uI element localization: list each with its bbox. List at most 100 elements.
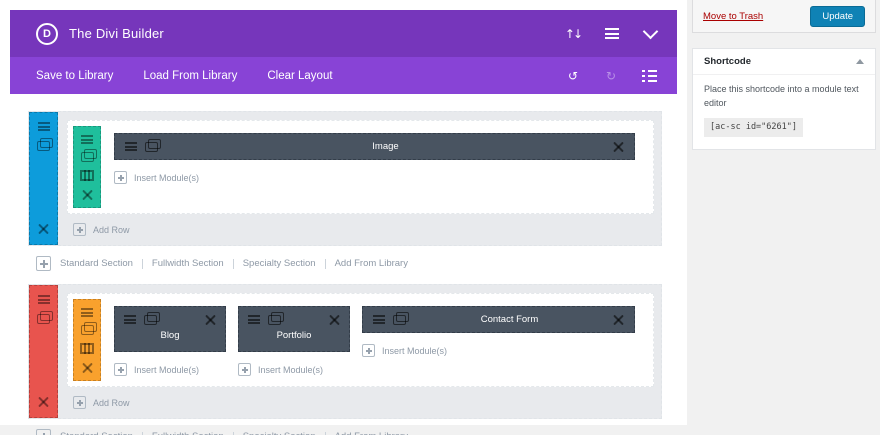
insert-module-label: Insert Module(s) (134, 172, 200, 183)
insert-module-button[interactable]: Insert Module(s) (238, 363, 350, 376)
drag-handle-icon[interactable] (37, 295, 50, 304)
delete-section-icon[interactable] (38, 223, 49, 234)
plus-icon (362, 344, 375, 357)
column: Portfolio Insert Module(s) (238, 306, 350, 381)
standard-section-link[interactable]: Standard Section (60, 258, 133, 269)
divi-logo-icon: D (36, 22, 58, 45)
chevron-down-icon (642, 23, 658, 40)
section-2-handle[interactable] (29, 285, 58, 418)
section-1-body: Image Insert Module(s) Add Row (58, 112, 661, 245)
module-contact-form[interactable]: Contact Form (362, 306, 635, 333)
row-handle[interactable] (73, 126, 101, 208)
divider (141, 258, 143, 269)
shortcode-metabox-body: Place this shortcode into a module text … (693, 75, 875, 149)
delete-module-icon[interactable] (613, 141, 624, 152)
drag-handle-icon[interactable] (37, 122, 50, 131)
divider (141, 431, 143, 435)
insert-module-button[interactable]: Insert Module(s) (362, 344, 635, 357)
add-from-library-link[interactable]: Add From Library (335, 431, 408, 435)
delete-row-icon[interactable] (82, 362, 93, 373)
specialty-section-link[interactable]: Specialty Section (243, 431, 316, 435)
drag-handle-icon[interactable] (125, 142, 137, 151)
delete-section-icon[interactable] (38, 396, 49, 407)
plus-icon (238, 363, 251, 376)
duplicate-row-icon[interactable] (80, 149, 97, 162)
drag-handle-icon[interactable] (248, 315, 260, 324)
undo-button[interactable]: ↺ (566, 70, 580, 82)
clear-layout-button[interactable]: Clear Layout (267, 70, 332, 82)
delete-module-icon[interactable] (329, 314, 340, 325)
insert-module-label: Insert Module(s) (258, 364, 324, 375)
builder-section-1: Image Insert Module(s) Add Row (28, 111, 662, 246)
section-1-handle[interactable] (29, 112, 58, 245)
add-row-button[interactable]: Add Row (73, 396, 654, 409)
redo-icon: ↻ (605, 68, 617, 83)
move-to-trash-link[interactable]: Move to Trash (703, 11, 763, 22)
fullwidth-section-link[interactable]: Fullwidth Section (152, 258, 224, 269)
module-image[interactable]: Image (114, 133, 635, 160)
insert-module-label: Insert Module(s) (382, 345, 448, 356)
hamburger-icon (605, 28, 619, 39)
columns-layout-icon[interactable] (80, 343, 94, 354)
redo-button[interactable]: ↻ (604, 70, 618, 82)
module-title: Contact Form (480, 314, 539, 325)
builder-row: Blog Insert Module(s) Portfolio Insert M… (67, 293, 654, 387)
shortcode-metabox: Shortcode Place this shortcode into a mo… (692, 48, 876, 151)
collapse-builder-icon[interactable] (642, 23, 658, 40)
row-columns: Blog Insert Module(s) Portfolio Insert M… (101, 299, 648, 381)
drag-handle-icon[interactable] (373, 315, 385, 324)
add-from-library-link[interactable]: Add From Library (335, 258, 408, 269)
builder-title: The Divi Builder (69, 26, 164, 41)
insert-module-button[interactable]: Insert Module(s) (114, 363, 226, 376)
module-blog[interactable]: Blog (114, 306, 226, 352)
load-from-library-button[interactable]: Load From Library (143, 70, 237, 82)
module-icons (248, 311, 340, 325)
arrow-up-icon: ↑ (564, 26, 575, 41)
shortcode-value: [ac-sc id="6261"] (704, 117, 803, 138)
module-portfolio[interactable]: Portfolio (238, 306, 350, 352)
duplicate-module-icon[interactable] (393, 311, 409, 325)
section-footer: Standard Section Fullwidth Section Speci… (36, 429, 662, 435)
insert-module-button[interactable]: Insert Module(s) (114, 171, 635, 184)
history-button[interactable] (642, 69, 657, 82)
undo-icon: ↺ (567, 68, 579, 83)
add-section-icon[interactable] (36, 256, 51, 271)
divi-logo-letter: D (43, 27, 51, 40)
section-2-body: Blog Insert Module(s) Portfolio Insert M… (58, 285, 661, 418)
panel-toggle-icon[interactable] (856, 59, 864, 64)
delete-module-icon[interactable] (613, 314, 624, 325)
shortcode-metabox-header[interactable]: Shortcode (693, 49, 875, 75)
duplicate-row-icon[interactable] (80, 322, 97, 335)
columns-layout-icon[interactable] (80, 170, 94, 181)
drag-handle-icon[interactable] (124, 315, 136, 324)
portability-icon[interactable]: ↑ ↓ (564, 26, 583, 41)
divider (324, 431, 326, 435)
add-row-button[interactable]: Add Row (73, 223, 654, 236)
drag-handle-icon[interactable] (81, 308, 93, 317)
standard-section-link[interactable]: Standard Section (60, 431, 133, 435)
add-row-label: Add Row (93, 224, 130, 235)
builder-header: D The Divi Builder ↑ ↓ (10, 10, 677, 57)
duplicate-section-icon[interactable] (37, 138, 53, 151)
duplicate-module-icon[interactable] (144, 311, 160, 325)
module-icons (124, 311, 216, 325)
builder-toolbar: Save to Library Load From Library Clear … (10, 57, 677, 94)
duplicate-module-icon[interactable] (268, 311, 284, 325)
builder-section-2: Blog Insert Module(s) Portfolio Insert M… (28, 284, 662, 419)
update-button[interactable]: Update (810, 5, 865, 27)
save-to-library-button[interactable]: Save to Library (36, 70, 113, 82)
row-handle[interactable] (73, 299, 101, 381)
history-icon (642, 69, 657, 82)
drag-handle-icon[interactable] (81, 135, 93, 144)
delete-row-icon[interactable] (82, 189, 93, 200)
shortcode-description: Place this shortcode into a module text … (704, 84, 859, 108)
delete-module-icon[interactable] (205, 314, 216, 325)
duplicate-module-icon[interactable] (145, 138, 161, 152)
settings-menu-icon[interactable] (605, 28, 619, 39)
add-section-icon[interactable] (36, 429, 51, 435)
arrow-down-icon: ↓ (572, 26, 583, 41)
duplicate-section-icon[interactable] (37, 311, 53, 324)
specialty-section-link[interactable]: Specialty Section (243, 258, 316, 269)
fullwidth-section-link[interactable]: Fullwidth Section (152, 431, 224, 435)
wp-edit-page: D The Divi Builder ↑ ↓ Save to Library L… (0, 0, 880, 435)
